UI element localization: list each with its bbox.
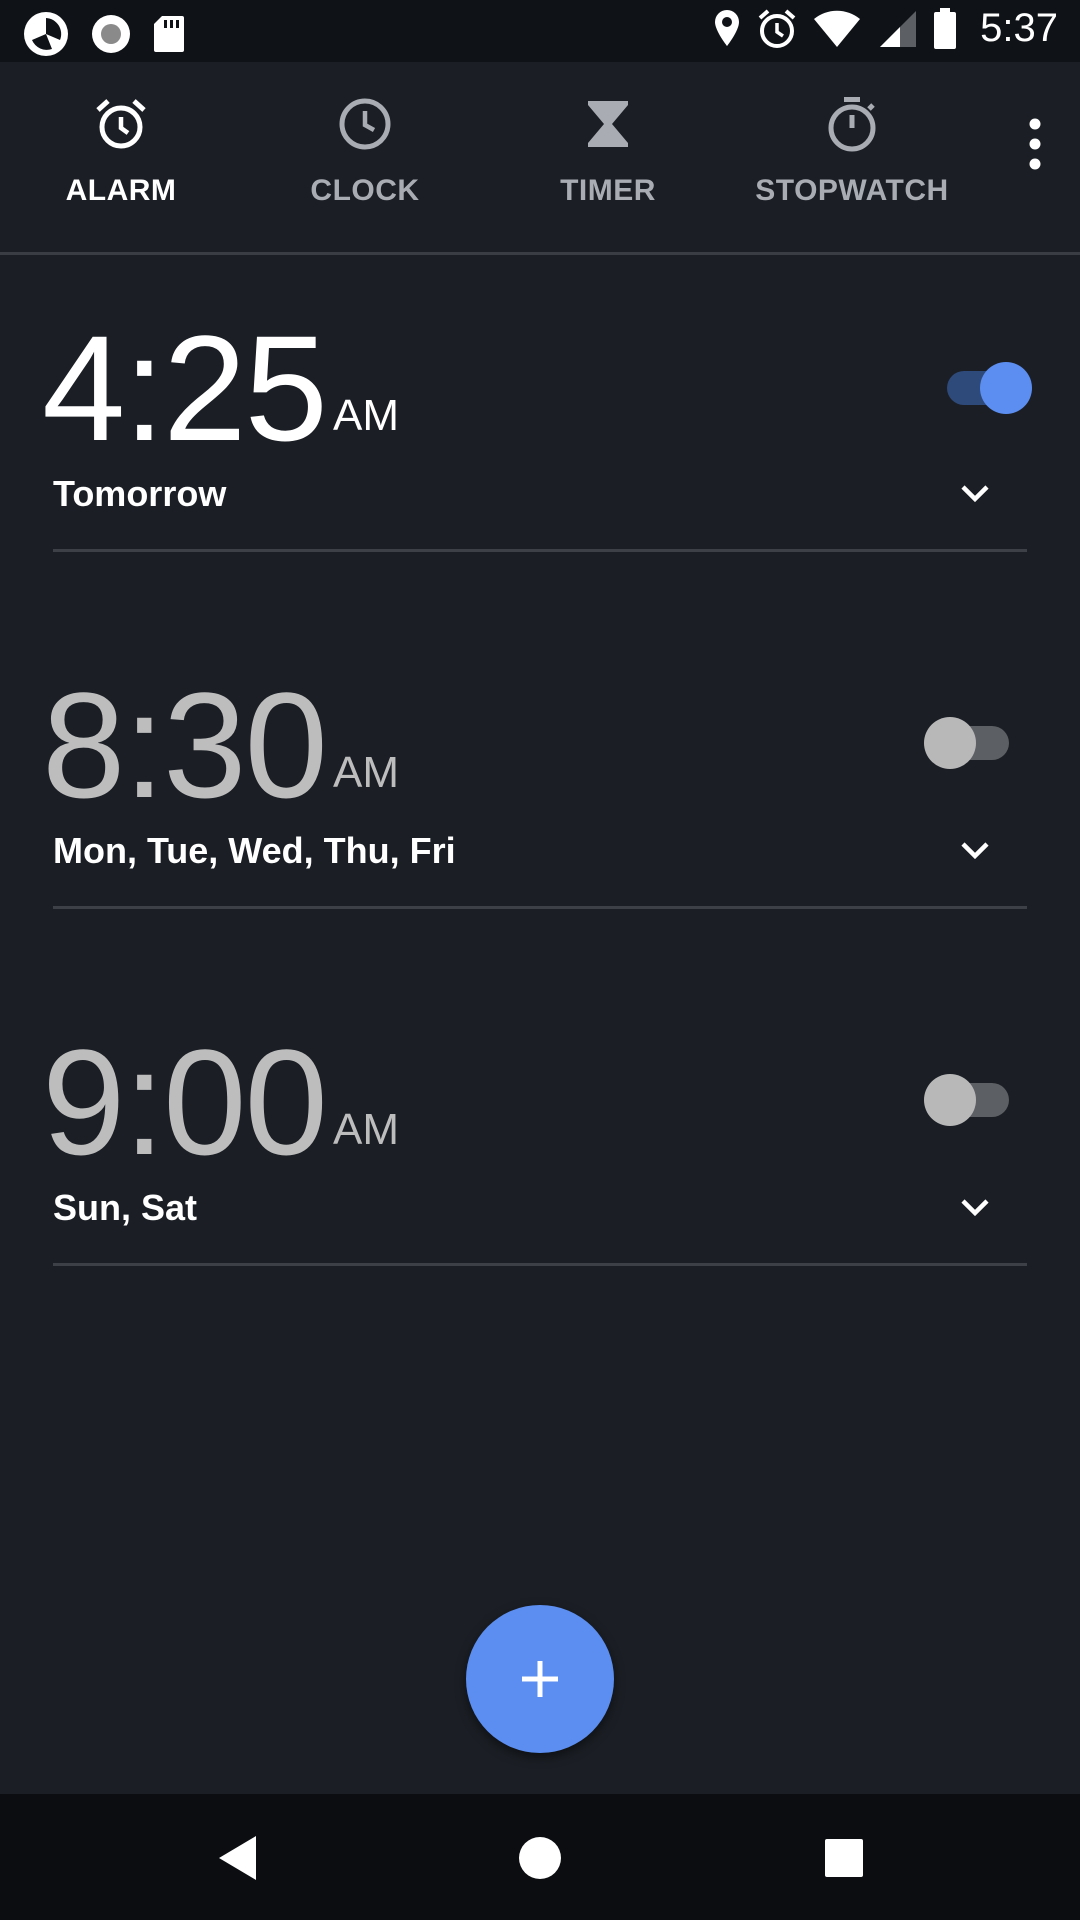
chevron-down-icon[interactable] [955, 830, 995, 870]
stopwatch-icon [828, 97, 876, 152]
location-icon [715, 9, 740, 46]
plus-icon [522, 1661, 558, 1697]
tab-stopwatch[interactable]: STOPWATCH [732, 62, 972, 252]
home-button[interactable] [510, 1828, 570, 1888]
alarm-toggle[interactable] [924, 1069, 1034, 1129]
tab-clock-label: CLOCK [310, 174, 420, 207]
tab-clock[interactable]: CLOCK [245, 62, 485, 252]
alarm-time[interactable]: 8:30 [42, 670, 328, 820]
alarm-item[interactable]: 8:30 AM Mon, Tue, Wed, Thu, Fri [0, 612, 1080, 969]
alarm-period: AM [333, 391, 399, 440]
signal-icon [880, 10, 917, 47]
alarm-repeat: Tomorrow [53, 473, 227, 514]
overflow-menu-button[interactable] [1020, 114, 1050, 174]
more-vert-icon [1029, 118, 1041, 170]
alarm-repeat: Sun, Sat [53, 1187, 198, 1228]
alarm-icon [758, 8, 796, 48]
app-icon [24, 12, 68, 56]
tab-stopwatch-label: STOPWATCH [755, 174, 949, 207]
recents-icon [825, 1839, 863, 1877]
toggle-thumb [924, 717, 976, 769]
sd-card-icon [154, 16, 184, 52]
chevron-down-icon[interactable] [955, 1187, 995, 1227]
alarm-time[interactable]: 9:00 [42, 1027, 328, 1177]
status-bar: 5:37 [0, 0, 1080, 62]
status-time: 5:37 [980, 6, 1058, 50]
alarm-item[interactable]: 9:00 AM Sun, Sat [0, 969, 1080, 1326]
divider [53, 549, 1027, 552]
back-icon [219, 1836, 256, 1880]
wifi-icon [814, 10, 861, 47]
navigation-bar [0, 1794, 1080, 1920]
back-button[interactable] [208, 1828, 268, 1888]
tab-timer-label: TIMER [560, 174, 656, 207]
alarm-clock-icon [96, 99, 146, 149]
tab-timer[interactable]: TIMER [488, 62, 728, 252]
chevron-down-icon[interactable] [955, 473, 995, 513]
tab-bar: ALARM CLOCK TIMER STOPWATCH [0, 62, 1080, 255]
battery-icon [934, 7, 957, 49]
record-icon [92, 15, 130, 53]
alarm-item[interactable]: 4:25 AM Tomorrow [0, 255, 1080, 612]
alarm-period: AM [333, 748, 399, 797]
tab-alarm-label: ALARM [65, 174, 177, 207]
alarm-time[interactable]: 4:25 [42, 313, 328, 463]
divider [53, 906, 1027, 909]
alarm-period: AM [333, 1105, 399, 1154]
toggle-thumb [924, 1074, 976, 1126]
toggle-thumb [980, 362, 1032, 414]
home-icon [519, 1837, 561, 1879]
add-alarm-button[interactable] [466, 1605, 614, 1753]
alarm-toggle[interactable] [924, 712, 1034, 772]
tab-alarm[interactable]: ALARM [1, 62, 241, 252]
divider [53, 1263, 1027, 1266]
recents-button[interactable] [814, 1828, 874, 1888]
hourglass-icon [588, 101, 628, 147]
alarm-repeat: Mon, Tue, Wed, Thu, Fri [53, 830, 456, 871]
alarm-toggle[interactable] [922, 357, 1032, 417]
clock-icon [339, 98, 391, 150]
